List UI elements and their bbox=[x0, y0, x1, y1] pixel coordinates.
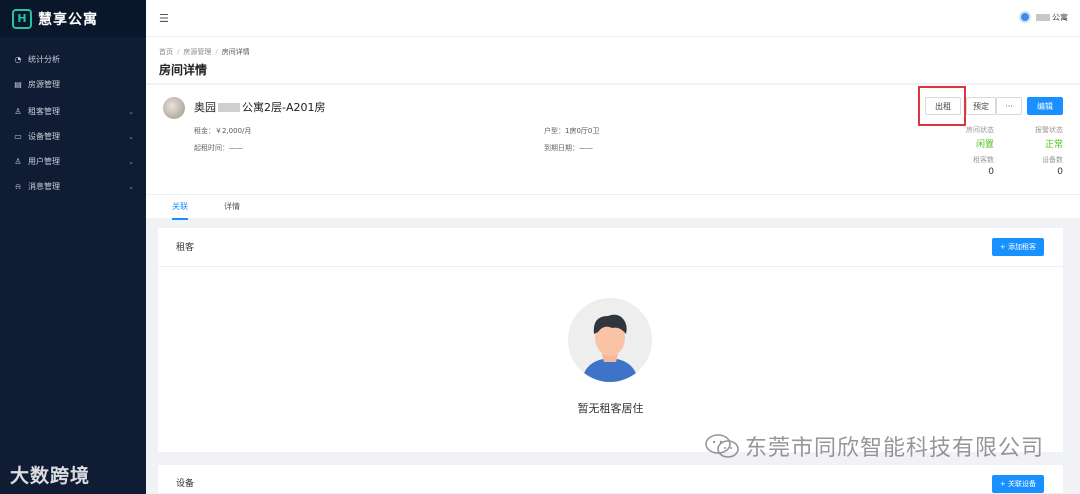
monitor-icon: ▭ bbox=[14, 132, 22, 141]
pie-icon: ◔ bbox=[14, 55, 22, 64]
edit-button[interactable]: 编辑 bbox=[1027, 97, 1063, 115]
sidebar-item-label: 消息管理 bbox=[28, 182, 60, 191]
sidebar-item-devices[interactable]: ▭ 设备管理 ⌄ bbox=[0, 124, 146, 149]
start-date-field: 起租时间：—— bbox=[194, 143, 243, 153]
device-count-label: 设备数 bbox=[1042, 156, 1063, 164]
logo[interactable]: H 慧享公寓 bbox=[0, 0, 146, 37]
sidebar-item-statistics[interactable]: ◔ 统计分析 bbox=[0, 47, 146, 72]
rent-field: 租金：￥2,000/月 bbox=[194, 126, 251, 136]
house-icon: ▤ bbox=[14, 80, 22, 89]
rent-value: ￥2,000/月 bbox=[215, 127, 252, 135]
room-status-label: 房间状态 bbox=[966, 126, 994, 134]
breadcrumb: 首页 / 房源管理 / 房间详情 bbox=[159, 48, 250, 56]
watermark-logo: 大数跨境 bbox=[10, 461, 90, 488]
layout-label: 户型： bbox=[544, 127, 565, 135]
room-thumbnail bbox=[163, 97, 185, 119]
bell-icon: ⍾ bbox=[15, 181, 21, 191]
layout-value: 1房0厅0卫 bbox=[565, 127, 600, 135]
page-header: 首页 / 房源管理 / 房间详情 房间详情 bbox=[146, 37, 1080, 83]
tenant-card: 租客 + 添加租客 暂无租客居住 bbox=[158, 228, 1063, 452]
company-watermark: 东莞市同欣智能科技有限公司 bbox=[705, 430, 1044, 462]
top-header: ☰ 公寓 bbox=[146, 0, 1080, 37]
breadcrumb-home[interactable]: 首页 bbox=[159, 48, 173, 56]
chevron-down-icon: ⌄ bbox=[128, 157, 134, 166]
sidebar-item-label: 租客管理 bbox=[28, 107, 60, 116]
room-name-suffix: 公寓2层-A201房 bbox=[242, 101, 326, 114]
user-icon: ♙ bbox=[14, 157, 22, 166]
person-icon: ♙ bbox=[14, 107, 22, 116]
end-date-label: 到期日期： bbox=[544, 144, 579, 152]
add-tenant-button[interactable]: + 添加租客 bbox=[991, 238, 1044, 256]
sidebar-menu: ◔ 统计分析 ▤ 房源管理 ♙ 租客管理 ⌄ ▭ 设备管理 ⌄ ♙ 用户管理 ⌄… bbox=[0, 47, 146, 199]
page-title: 房间详情 bbox=[159, 63, 208, 77]
room-name-prefix: 奥园 bbox=[194, 101, 216, 114]
tenant-card-title: 租客 bbox=[176, 243, 195, 253]
user-menu[interactable]: 公寓 bbox=[1019, 11, 1068, 23]
end-date-field: 到期日期：—— bbox=[544, 143, 593, 153]
link-device-button[interactable]: + 关联设备 bbox=[991, 475, 1044, 493]
person-avatar-icon bbox=[568, 298, 652, 382]
chevron-down-icon: ⌄ bbox=[128, 107, 134, 116]
rent-out-button[interactable]: 出租 bbox=[925, 97, 961, 115]
room-status-value: 闲置 bbox=[975, 140, 994, 150]
device-card: 设备 + 关联设备 bbox=[158, 465, 1063, 494]
end-date-value: —— bbox=[579, 144, 593, 152]
reserve-button[interactable]: 预定 bbox=[966, 97, 996, 115]
sidebar-item-tenants[interactable]: ♙ 租客管理 ⌄ bbox=[0, 99, 146, 124]
device-count-value: 0 bbox=[1057, 167, 1063, 177]
sidebar: H 慧享公寓 ◔ 统计分析 ▤ 房源管理 ♙ 租客管理 ⌄ ▭ 设备管理 ⌄ ♙… bbox=[0, 0, 146, 494]
chevron-down-icon: ⌄ bbox=[128, 182, 134, 191]
detail-tabs: 关联 详情 bbox=[146, 194, 1080, 220]
rent-label: 租金： bbox=[194, 127, 215, 135]
start-date-value: —— bbox=[229, 144, 243, 152]
watermark-company-text: 东莞市同欣智能科技有限公司 bbox=[744, 436, 1044, 461]
tab-relations[interactable]: 关联 bbox=[172, 201, 188, 220]
breadcrumb-current: 房间详情 bbox=[221, 48, 250, 56]
alarm-status-label: 报警状态 bbox=[1035, 126, 1063, 134]
redacted-block bbox=[218, 102, 240, 112]
redacted-block bbox=[1036, 13, 1050, 21]
start-date-label: 起租时间： bbox=[194, 144, 229, 152]
sidebar-item-housing[interactable]: ▤ 房源管理 bbox=[0, 72, 146, 97]
device-card-title: 设备 bbox=[176, 479, 195, 489]
room-info-panel: 奥园 公寓2层-A201房 租金：￥2,000/月 起租时间：—— 户型：1房0… bbox=[146, 84, 1080, 194]
tenant-count-label: 租客数 bbox=[973, 156, 994, 164]
room-name: 奥园 公寓2层-A201房 bbox=[194, 99, 326, 115]
sidebar-item-label: 统计分析 bbox=[28, 55, 60, 64]
breadcrumb-housing[interactable]: 房源管理 bbox=[183, 48, 211, 56]
device-card-header: 设备 + 关联设备 bbox=[158, 465, 1063, 494]
layout-field: 户型：1房0厅0卫 bbox=[544, 126, 599, 136]
tenant-card-header: 租客 + 添加租客 bbox=[158, 228, 1063, 267]
watermark-text: 大数跨境 bbox=[10, 465, 91, 487]
sidebar-item-label: 用户管理 bbox=[28, 157, 60, 166]
chevron-down-icon: ⌄ bbox=[128, 132, 134, 141]
app-name: 慧享公寓 bbox=[38, 11, 98, 28]
sidebar-item-messages[interactable]: ⍾ 消息管理 ⌄ bbox=[0, 174, 146, 199]
tenant-count-value: 0 bbox=[988, 167, 994, 177]
empty-state-text: 暂无租客居住 bbox=[577, 402, 644, 415]
empty-tenant-avatar bbox=[568, 298, 652, 382]
wechat-icon bbox=[705, 434, 739, 458]
tab-details[interactable]: 详情 bbox=[224, 201, 240, 218]
sidebar-item-users[interactable]: ♙ 用户管理 ⌄ bbox=[0, 149, 146, 174]
user-name: 公寓 bbox=[1052, 12, 1068, 22]
menu-collapse-icon[interactable]: ☰ bbox=[159, 12, 169, 25]
sidebar-item-label: 房源管理 bbox=[28, 80, 60, 89]
sidebar-item-label: 设备管理 bbox=[28, 132, 60, 141]
logo-icon: H bbox=[12, 8, 32, 29]
avatar bbox=[1019, 11, 1031, 23]
alarm-status-value: 正常 bbox=[1044, 140, 1063, 150]
more-button[interactable]: ··· bbox=[996, 97, 1022, 115]
